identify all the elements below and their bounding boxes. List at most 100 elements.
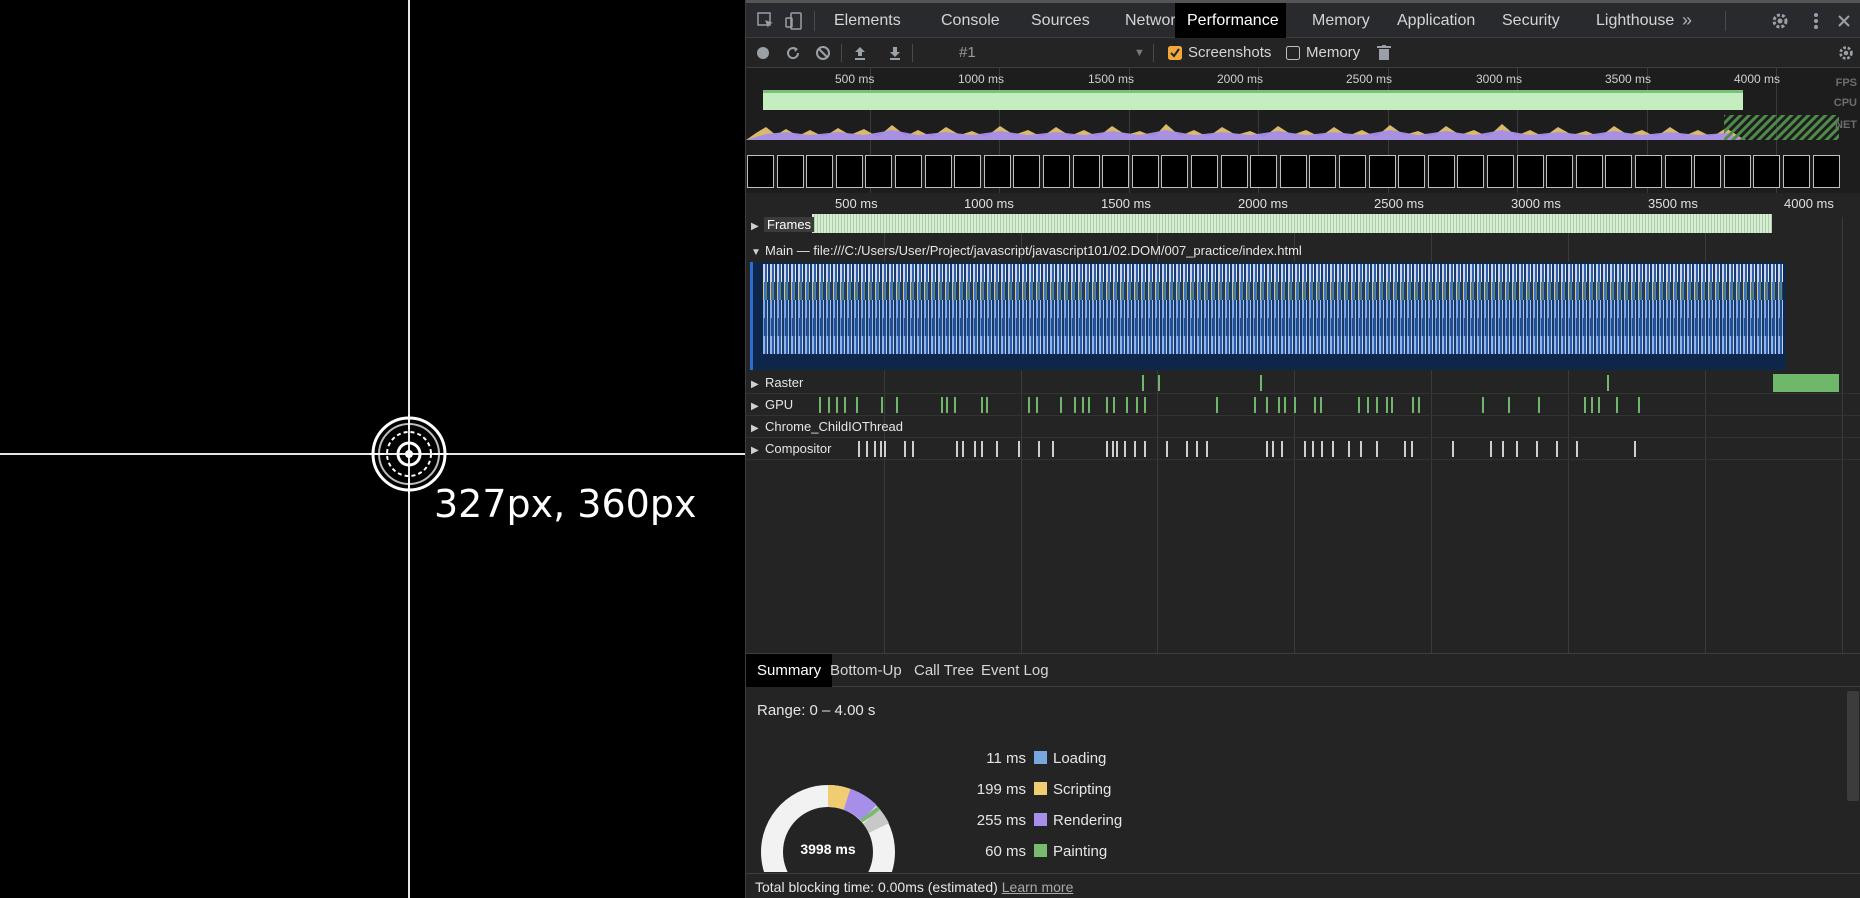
timeline-tick: 1500 ms xyxy=(1101,196,1151,211)
chevron-down-icon[interactable]: ▼ xyxy=(1134,47,1145,59)
tab-console[interactable]: Console xyxy=(929,3,1012,38)
tab-memory[interactable]: Memory xyxy=(1300,3,1382,38)
inspect-element-icon[interactable] xyxy=(754,9,778,33)
more-tabs-button[interactable]: » xyxy=(1670,3,1704,38)
screenshot-thumbnail[interactable] xyxy=(1309,155,1337,188)
flame-chart[interactable]: 500 ms 1000 ms 1500 ms 2000 ms 2500 ms 3… xyxy=(746,193,1860,653)
screenshot-thumbnail[interactable] xyxy=(1072,155,1100,188)
tab-elements[interactable]: Elements xyxy=(822,3,913,38)
kebab-menu-icon[interactable] xyxy=(1804,9,1828,33)
compositor-track[interactable]: ▶ Compositor xyxy=(746,438,1860,460)
screenshot-thumbnail[interactable] xyxy=(1457,155,1485,188)
screenshots-checkbox[interactable] xyxy=(1164,42,1186,64)
gpu-track[interactable]: ▶ GPU xyxy=(746,394,1860,416)
track-event xyxy=(1134,441,1136,457)
screenshot-thumbnail[interactable] xyxy=(1043,155,1070,188)
main-thread-flame[interactable] xyxy=(750,262,1786,370)
screenshot-thumbnail[interactable] xyxy=(1279,155,1307,188)
screenshot-thumbnail[interactable] xyxy=(1723,155,1751,188)
upload-icon[interactable] xyxy=(849,42,871,64)
screenshot-thumbnail[interactable] xyxy=(954,155,982,188)
screenshot-thumbnail[interactable] xyxy=(1635,155,1662,188)
tab-bottom-up[interactable]: Bottom-Up xyxy=(819,654,913,687)
clear-icon[interactable] xyxy=(812,42,834,64)
screenshot-thumbnail[interactable] xyxy=(1191,155,1218,188)
screenshot-thumbnail[interactable] xyxy=(1102,155,1130,188)
device-toolbar-icon[interactable] xyxy=(782,9,806,33)
screenshot-thumbnail[interactable] xyxy=(1131,155,1159,188)
screenshot-thumbnail[interactable] xyxy=(1013,155,1041,188)
main-track-header[interactable]: ▼ Main — file:///C:/Users/User/Project/ja… xyxy=(751,243,1302,258)
screenshot-thumbnail[interactable] xyxy=(1250,155,1278,188)
screenshot-thumbnail[interactable] xyxy=(1427,155,1455,188)
track-event xyxy=(1294,397,1296,413)
track-event xyxy=(1536,441,1538,457)
tab-security[interactable]: Security xyxy=(1490,3,1572,38)
record-icon[interactable] xyxy=(752,42,774,64)
legend-rendering: 255 ms Rendering xyxy=(946,812,1122,832)
track-event xyxy=(884,441,886,457)
tab-performance[interactable]: Performance xyxy=(1175,3,1286,38)
screenshot-thumbnail[interactable] xyxy=(776,155,804,188)
divider xyxy=(912,44,913,62)
track-event xyxy=(1206,441,1208,457)
footer-bar: Total blocking time: 0.00ms (estimated) L… xyxy=(746,873,1860,898)
track-event xyxy=(1556,441,1558,457)
screenshot-thumbnail[interactable] xyxy=(1783,155,1810,188)
track-event xyxy=(1376,441,1378,457)
screenshot-thumbnail[interactable] xyxy=(1812,155,1840,188)
track-event xyxy=(1113,397,1115,413)
screenshot-thumbnail[interactable] xyxy=(895,155,922,188)
io-thread-track[interactable]: ▶ Chrome_ChildIOThread xyxy=(746,416,1860,438)
capture-settings-gear-icon[interactable] xyxy=(1835,42,1857,64)
screenshot-thumbnail[interactable] xyxy=(806,155,834,188)
details-scrollbar[interactable] xyxy=(1847,691,1859,801)
screenshot-thumbnail[interactable] xyxy=(1398,155,1426,188)
memory-checkbox[interactable] xyxy=(1282,42,1304,64)
track-event xyxy=(1348,441,1350,457)
screenshot-thumbnail[interactable] xyxy=(1694,155,1722,188)
timeline-overview[interactable]: 500 ms 1000 ms 1500 ms 2000 ms 2500 ms 3… xyxy=(746,68,1860,193)
raster-track[interactable]: ▶ Raster xyxy=(746,372,1860,394)
track-event xyxy=(981,441,983,457)
track-event xyxy=(1314,397,1316,413)
track-event xyxy=(1607,375,1609,391)
track-event xyxy=(1196,441,1198,457)
frames-toggle[interactable]: ▶ xyxy=(751,217,765,232)
summary-range: Range: 0 – 4.00 s xyxy=(757,702,876,719)
loading-swatch xyxy=(1034,751,1047,764)
recording-select[interactable]: #1 xyxy=(959,44,976,61)
screenshot-thumbnail[interactable] xyxy=(1161,155,1189,188)
screenshot-thumbnail[interactable] xyxy=(1605,155,1633,188)
screenshot-thumbnail[interactable] xyxy=(983,155,1011,188)
screenshot-thumbnail[interactable] xyxy=(1664,155,1692,188)
screenshot-thumbnail[interactable] xyxy=(924,155,952,188)
screenshot-thumbnail[interactable] xyxy=(1575,155,1603,188)
tab-sources[interactable]: Sources xyxy=(1019,3,1102,38)
frames-track[interactable] xyxy=(812,214,1772,233)
screenshot-thumbnail[interactable] xyxy=(1516,155,1544,188)
track-event xyxy=(896,397,898,413)
screenshot-thumbnail[interactable] xyxy=(865,155,893,188)
screenshot-thumbnail[interactable] xyxy=(1546,155,1574,188)
tab-application[interactable]: Application xyxy=(1385,3,1487,38)
learn-more-link[interactable]: Learn more xyxy=(1002,879,1074,895)
loading-label: Loading xyxy=(1053,750,1107,767)
loading-value: 11 ms xyxy=(986,750,1026,767)
track-event xyxy=(1321,441,1323,457)
garbage-collect-icon[interactable] xyxy=(1373,42,1395,64)
reload-record-icon[interactable] xyxy=(782,42,804,64)
screenshot-thumbnail[interactable] xyxy=(835,155,863,188)
tab-event-log[interactable]: Event Log xyxy=(970,654,1060,687)
screenshot-thumbnail[interactable] xyxy=(747,155,774,188)
screenshot-thumbnail[interactable] xyxy=(1487,155,1514,188)
screenshot-thumbnail[interactable] xyxy=(1753,155,1781,188)
settings-gear-icon[interactable] xyxy=(1768,9,1792,33)
close-icon[interactable] xyxy=(1832,9,1856,33)
screenshot-thumbnail[interactable] xyxy=(1339,155,1366,188)
painting-value: 60 ms xyxy=(985,843,1026,860)
screenshot-thumbnail[interactable] xyxy=(1368,155,1396,188)
screenshot-thumbnail[interactable] xyxy=(1220,155,1248,188)
download-icon[interactable] xyxy=(884,42,906,64)
track-event xyxy=(1166,441,1168,457)
